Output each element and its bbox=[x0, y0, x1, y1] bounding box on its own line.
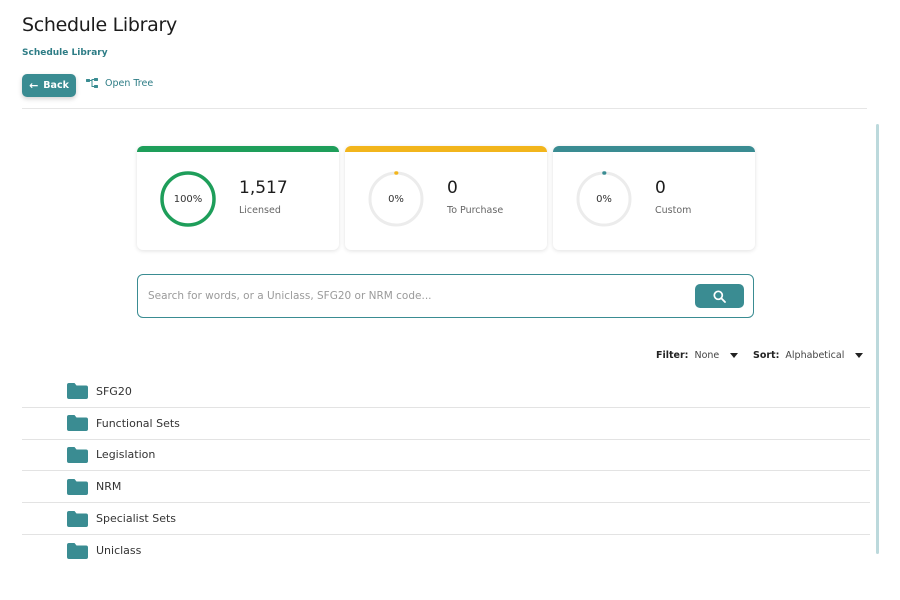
chevron-down-icon bbox=[730, 353, 739, 358]
folder-icon bbox=[67, 415, 88, 432]
tree-icon bbox=[86, 78, 98, 88]
folder-item-specialist-sets[interactable]: Specialist Sets bbox=[22, 503, 870, 535]
folder-icon bbox=[67, 478, 88, 495]
folder-item-sfg20[interactable]: SFG20 bbox=[22, 376, 870, 408]
stat-card-custom: 0% 0 Custom bbox=[553, 146, 755, 250]
folder-label: Uniclass bbox=[96, 544, 142, 558]
scrollbar[interactable] bbox=[876, 124, 879, 554]
folder-icon bbox=[67, 446, 88, 463]
stat-card-licensed: 100% 1,517 Licensed bbox=[137, 146, 339, 250]
stat-label: Licensed bbox=[239, 205, 281, 216]
stats-row: 100% 1,517 Licensed 0% 0 To Purchase 0% … bbox=[137, 146, 755, 250]
search-input[interactable] bbox=[148, 285, 668, 307]
stat-card-bar bbox=[553, 146, 755, 152]
folder-label: NRM bbox=[96, 480, 122, 494]
folder-label: Legislation bbox=[96, 448, 156, 462]
stat-card-to-purchase: 0% 0 To Purchase bbox=[345, 146, 547, 250]
folder-item-functional-sets[interactable]: Functional Sets bbox=[22, 408, 870, 440]
search-icon bbox=[713, 289, 726, 303]
stat-value: 1,517 bbox=[239, 178, 288, 198]
search-button[interactable] bbox=[695, 284, 744, 308]
open-tree-label: Open Tree bbox=[105, 78, 154, 89]
stat-value: 0 bbox=[447, 178, 458, 198]
folder-item-legislation[interactable]: Legislation bbox=[22, 440, 870, 472]
filter-label: Filter: bbox=[656, 350, 689, 361]
progress-percent: 0% bbox=[388, 193, 404, 205]
folder-icon bbox=[67, 542, 88, 559]
sort-dropdown[interactable]: Sort: Alphabetical bbox=[753, 350, 864, 361]
folder-label: Functional Sets bbox=[96, 416, 180, 430]
sort-label: Sort: bbox=[753, 350, 780, 361]
folder-item-nrm[interactable]: NRM bbox=[22, 471, 870, 504]
progress-percent: 0% bbox=[596, 193, 612, 205]
breadcrumb[interactable]: Schedule Library bbox=[22, 48, 108, 58]
filter-value: None bbox=[694, 350, 720, 361]
back-button[interactable]: ← Back bbox=[22, 74, 76, 97]
chevron-down-icon bbox=[855, 353, 864, 358]
arrow-left-icon: ← bbox=[29, 79, 39, 92]
sort-value: Alphabetical bbox=[785, 350, 845, 361]
folder-icon bbox=[67, 383, 88, 400]
stat-label: Custom bbox=[655, 205, 692, 216]
open-tree-link[interactable]: Open Tree bbox=[86, 78, 153, 89]
page-title: Schedule Library bbox=[22, 14, 177, 36]
folder-item-uniclass[interactable]: Uniclass bbox=[22, 535, 870, 567]
back-button-label: Back bbox=[43, 80, 69, 91]
folder-label: Specialist Sets bbox=[96, 512, 177, 526]
progress-percent: 100% bbox=[173, 193, 203, 205]
header-divider bbox=[22, 108, 867, 109]
stat-value: 0 bbox=[655, 178, 666, 198]
stat-label: To Purchase bbox=[447, 205, 504, 216]
folder-label: SFG20 bbox=[96, 384, 132, 398]
search-box bbox=[137, 274, 754, 318]
stat-card-bar bbox=[345, 146, 547, 152]
folder-list: SFG20 Functional Sets Legislation NRM Sp… bbox=[22, 376, 870, 567]
filter-dropdown[interactable]: Filter: None bbox=[656, 350, 739, 361]
stat-card-bar bbox=[137, 146, 339, 152]
folder-icon bbox=[67, 510, 88, 527]
